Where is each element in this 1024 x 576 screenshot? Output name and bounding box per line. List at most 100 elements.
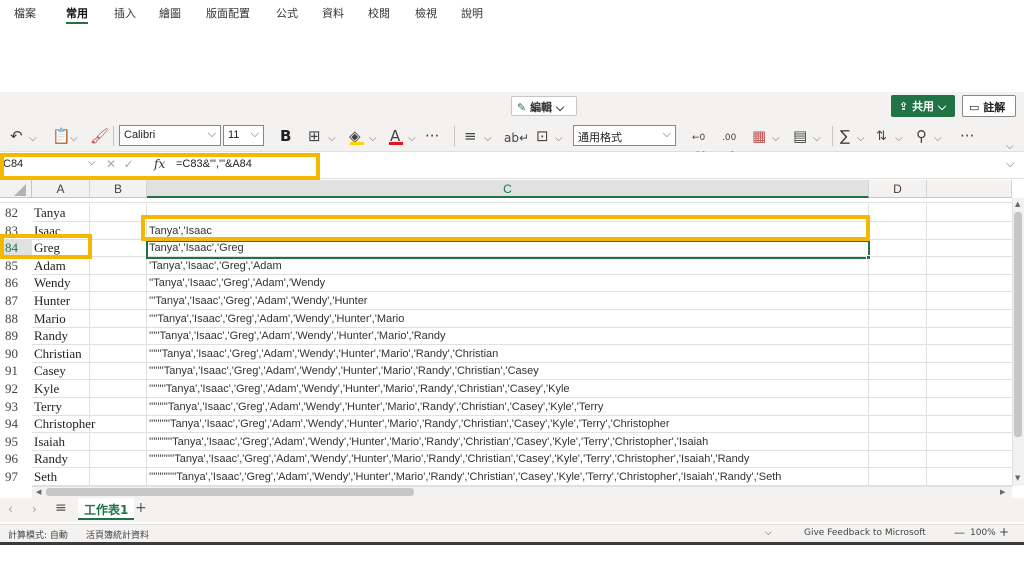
tab-home[interactable]: 常用	[66, 5, 88, 24]
cell-b[interactable]	[90, 221, 147, 240]
column-header-b[interactable]: B	[90, 180, 147, 198]
tab-page-layout[interactable]: 版面配置	[206, 5, 250, 21]
cell-a[interactable]: Isaac	[32, 221, 90, 240]
align-dropdown-icon[interactable]: ⌵	[484, 130, 492, 148]
cell-c[interactable]: 'Tanya','Isaac','Greg','Adam	[147, 256, 869, 275]
tab-view[interactable]: 檢視	[415, 5, 437, 21]
cell-a[interactable]: Wendy	[32, 274, 90, 293]
conditional-format-icon[interactable]: ▦	[752, 127, 766, 145]
row-header[interactable]: 86	[0, 274, 32, 293]
zoom-out-icon[interactable]: —	[954, 526, 965, 539]
number-format-select[interactable]: 通用格式 ⌵	[573, 125, 676, 146]
column-header-c[interactable]: C	[147, 180, 869, 198]
cell-c[interactable]: ''Tanya','Isaac','Greg','Adam','Wendy	[147, 274, 869, 293]
cell-c[interactable]: ''''Tanya','Isaac','Greg','Adam','Wendy'…	[147, 309, 869, 328]
cell-b[interactable]	[90, 432, 147, 451]
font-color-dropdown-icon[interactable]: ⌵	[408, 130, 416, 148]
fill-handle[interactable]	[866, 255, 871, 260]
cell-d[interactable]	[869, 204, 927, 222]
undo-dropdown-icon[interactable]: ⌵	[29, 130, 37, 148]
sort-filter-dropdown-icon[interactable]: ⌵	[895, 130, 903, 148]
cell-d[interactable]	[869, 221, 927, 240]
table-format-icon[interactable]: ▤	[793, 127, 807, 145]
tab-formulas[interactable]: 公式	[276, 5, 298, 21]
row-header[interactable]: 92	[0, 380, 32, 398]
bold-button[interactable]: B	[280, 127, 291, 145]
cell-c[interactable]: '''''''''Tanya','Isaac','Greg','Adam','W…	[147, 397, 869, 416]
cell-a[interactable]: Casey	[32, 362, 90, 381]
cell-a[interactable]: Greg	[32, 239, 90, 258]
cell-b[interactable]	[90, 256, 147, 275]
borders-dropdown-icon[interactable]: ⌵	[328, 130, 336, 148]
cell-d[interactable]	[869, 256, 927, 275]
cell-e[interactable]	[927, 433, 1012, 451]
feedback-link[interactable]: Give Feedback to Microsoft	[804, 528, 926, 538]
cell-b[interactable]	[90, 362, 147, 381]
cell-a[interactable]: Randy	[32, 450, 90, 469]
all-sheets-menu-icon[interactable]: ≡	[55, 500, 67, 516]
tab-insert[interactable]: 插入	[114, 5, 136, 21]
cell-d[interactable]	[869, 344, 927, 363]
cell-d[interactable]	[869, 450, 927, 469]
cell-b[interactable]	[90, 380, 147, 398]
column-header-a[interactable]: A	[32, 180, 90, 198]
row-header[interactable]: 96	[0, 450, 32, 469]
sort-filter-icon[interactable]: ⇅	[876, 128, 887, 146]
cell-a[interactable]: Randy	[32, 327, 90, 346]
chevron-down-icon[interactable]: ⌵	[765, 528, 772, 538]
cell-d[interactable]	[869, 362, 927, 381]
share-button[interactable]: ⇪ 共用 ⌵	[891, 95, 955, 117]
cell-e[interactable]	[927, 380, 1012, 398]
row-header[interactable]: 88	[0, 309, 32, 328]
paste-icon[interactable]: 📋	[52, 127, 71, 145]
cell-b[interactable]	[90, 204, 147, 222]
cell-c[interactable]: Tanya','Isaac','Greg	[147, 239, 869, 258]
cell-d[interactable]	[869, 380, 927, 398]
cell-d[interactable]	[869, 274, 927, 293]
previous-sheet-icon[interactable]: ‹	[8, 502, 13, 516]
scroll-up-icon[interactable]: ▲	[1015, 200, 1020, 208]
row-header[interactable]: 91	[0, 362, 32, 381]
autosum-dropdown-icon[interactable]: ⌵	[857, 130, 865, 148]
row-header[interactable]: 87	[0, 292, 32, 310]
more-commands-button[interactable]: ···	[960, 127, 974, 145]
row-header[interactable]: 82	[0, 204, 32, 222]
cell-a[interactable]: Seth	[32, 468, 90, 486]
insert-function-icon[interactable]: fx	[154, 157, 165, 171]
cell-e[interactable]	[927, 204, 1012, 222]
font-size-select[interactable]: 11 ⌵	[223, 125, 264, 146]
cell-e[interactable]	[927, 239, 1012, 258]
cell-a[interactable]: Hunter	[32, 292, 90, 310]
find-dropdown-icon[interactable]: ⌵	[934, 130, 942, 148]
column-header-e[interactable]	[927, 180, 1012, 198]
expand-formula-bar-icon[interactable]: ⌵	[1006, 157, 1014, 171]
cell-c[interactable]: '''''''''''Tanya','Isaac','Greg','Adam',…	[147, 432, 869, 451]
cell-a[interactable]: Isaiah	[32, 432, 90, 451]
cell-b[interactable]	[90, 468, 147, 486]
cell-d[interactable]	[869, 239, 927, 258]
merge-dropdown-icon[interactable]: ⌵	[555, 130, 563, 148]
cell-c[interactable]: Tanya','Isaac	[147, 221, 869, 240]
cell-e[interactable]	[927, 450, 1012, 469]
cell-d[interactable]	[869, 415, 927, 434]
name-box[interactable]: C84	[0, 155, 100, 176]
cell-e[interactable]	[927, 292, 1012, 310]
column-header-d[interactable]: D	[869, 180, 927, 198]
cell-e[interactable]	[927, 222, 1012, 240]
scroll-right-icon[interactable]: ▶	[1000, 488, 1005, 496]
scroll-down-icon[interactable]: ▼	[1015, 474, 1020, 482]
conditional-format-dropdown-icon[interactable]: ⌵	[772, 130, 780, 148]
cell-c[interactable]: ''''''Tanya','Isaac','Greg','Adam','Wend…	[147, 344, 869, 363]
cell-d[interactable]	[869, 397, 927, 416]
wrap-text-icon[interactable]: ab↵	[504, 129, 529, 147]
cell-a[interactable]: Christopher	[32, 415, 95, 434]
cell-e[interactable]	[927, 415, 1012, 434]
cell-c[interactable]: '''''Tanya','Isaac','Greg','Adam','Wendy…	[147, 327, 869, 346]
row-header[interactable]: 83	[0, 221, 32, 240]
editing-mode-button[interactable]: ✎ 編輯 ⌵	[511, 96, 577, 116]
cell-b[interactable]	[90, 239, 147, 258]
cell-b[interactable]	[90, 344, 147, 363]
vertical-scroll-thumb[interactable]	[1014, 212, 1022, 437]
sheet-tab-active[interactable]: 工作表1	[78, 498, 135, 520]
cell-c[interactable]: '''''''''''''Tanya','Isaac','Greg','Adam…	[147, 468, 869, 486]
